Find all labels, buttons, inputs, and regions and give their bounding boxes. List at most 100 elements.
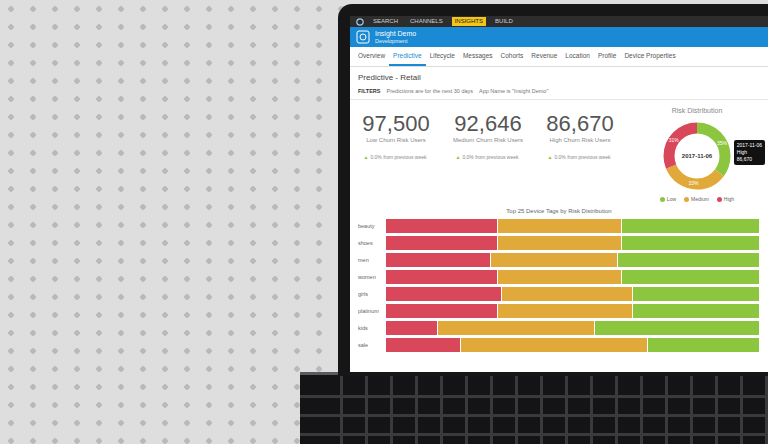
change-text: 0.0% from previous week bbox=[370, 154, 426, 160]
filter-app: App Name is "Insight Demo" bbox=[479, 87, 548, 95]
bar-segment[interactable] bbox=[618, 253, 760, 267]
bar-segment[interactable] bbox=[438, 321, 595, 335]
stat-label: High Churn Risk Users bbox=[542, 137, 618, 145]
change-icon: ▲ bbox=[363, 154, 368, 160]
bar-segment[interactable] bbox=[491, 253, 618, 267]
donut-chart: 35%33%31%2017-11-06 bbox=[657, 116, 737, 196]
chart-row: girls bbox=[358, 287, 760, 301]
app-title: Insight Demo bbox=[375, 30, 416, 38]
legend-label: Medium bbox=[691, 196, 709, 204]
bar-segment[interactable] bbox=[622, 236, 760, 250]
top-nav-item[interactable]: INSIGHTS bbox=[452, 17, 486, 26]
chart-row: shoes bbox=[358, 236, 760, 250]
bar-segment[interactable] bbox=[386, 219, 498, 233]
stacked-bar[interactable] bbox=[386, 287, 760, 301]
top-nav-item[interactable]: SEARCH bbox=[370, 17, 401, 26]
app-icon-ring bbox=[360, 34, 366, 40]
filter-label[interactable]: FILTERS bbox=[358, 87, 381, 95]
bar-segment[interactable] bbox=[498, 219, 621, 233]
bar-segment[interactable] bbox=[386, 338, 461, 352]
row-label: beauty bbox=[358, 223, 386, 230]
laptop-screen: SEARCHCHANNELSINSIGHTSBUILDInsight DemoD… bbox=[338, 4, 768, 376]
stat-value: 97,500 bbox=[358, 112, 434, 136]
tab[interactable]: Predictive bbox=[389, 47, 426, 66]
legend-label: Low bbox=[667, 196, 676, 204]
app-subtitle: Development bbox=[375, 38, 416, 44]
change-text: 0.0% from previous week bbox=[554, 154, 610, 160]
row-label: shoes bbox=[358, 240, 386, 247]
filter-text: Predictions are for the next 30 days bbox=[387, 87, 474, 95]
bar-segment[interactable] bbox=[633, 304, 760, 318]
page-title: Predictive - Retail bbox=[350, 67, 768, 87]
photo-scene: SEARCHCHANNELSINSIGHTSBUILDInsight DemoD… bbox=[0, 0, 768, 444]
top-nav-item[interactable]: BUILD bbox=[492, 17, 516, 26]
donut-title: Risk Distribution bbox=[672, 107, 723, 115]
stat-card: 86,670High Churn Risk Users ▲0.0% from pr… bbox=[534, 104, 626, 203]
dashboard: SEARCHCHANNELSINSIGHTSBUILDInsight DemoD… bbox=[350, 16, 768, 372]
tab[interactable]: Location bbox=[561, 47, 594, 66]
donut-segment bbox=[669, 128, 725, 184]
chart-row: sale bbox=[358, 338, 760, 352]
donut-segment bbox=[669, 128, 725, 184]
risk-distribution: Risk Distribution35%33%31%2017-11-06LowM… bbox=[626, 104, 768, 203]
app-title-block: Insight DemoDevelopment bbox=[375, 30, 416, 44]
stacked-bar[interactable] bbox=[386, 321, 760, 335]
stat-label: Medium Churn Risk Users bbox=[450, 137, 526, 145]
legend-label: High bbox=[724, 196, 734, 204]
app-icon-frame bbox=[357, 31, 369, 43]
segment-share: 33% bbox=[689, 180, 700, 186]
risk-bar-chart: Top 25 Device Tags by Risk Distribution b… bbox=[350, 205, 768, 356]
bar-segment[interactable] bbox=[386, 304, 498, 318]
tab[interactable]: Messages bbox=[459, 47, 497, 66]
donut-tooltip: 2017-11-06High86,670 bbox=[734, 140, 765, 164]
stacked-bar[interactable] bbox=[386, 270, 760, 284]
bar-segment[interactable] bbox=[595, 321, 760, 335]
stat-change: ▲0.0% from previous week bbox=[450, 154, 526, 161]
bar-segment[interactable] bbox=[386, 270, 498, 284]
change-icon: ▲ bbox=[455, 154, 460, 160]
tab[interactable]: Device Properties bbox=[620, 47, 679, 66]
stat-card: 92,646Medium Churn Risk Users▲0.0% from … bbox=[442, 104, 534, 203]
bar-segment[interactable] bbox=[386, 236, 498, 250]
bar-segment[interactable] bbox=[622, 219, 760, 233]
tab[interactable]: Cohorts bbox=[497, 47, 528, 66]
stacked-bar[interactable] bbox=[386, 219, 760, 233]
tab[interactable]: Profile bbox=[594, 47, 620, 66]
chart-rows: beautyshoesmenwomengirlsplatinumkidssale bbox=[358, 219, 760, 352]
bar-segment[interactable] bbox=[622, 270, 760, 284]
chart-row: kids bbox=[358, 321, 760, 335]
tab[interactable]: Revenue bbox=[527, 47, 561, 66]
app-icon bbox=[356, 30, 370, 44]
donut-legend: Low Medium High bbox=[660, 196, 734, 204]
logo-icon bbox=[356, 18, 364, 26]
stacked-bar[interactable] bbox=[386, 253, 760, 267]
change-text: 0.0% from previous week bbox=[462, 154, 518, 160]
filter-row: FILTERS Predictions are for the next 30 d… bbox=[350, 87, 768, 100]
top-nav-item[interactable]: CHANNELS bbox=[407, 17, 446, 26]
chart-row: platinum bbox=[358, 304, 760, 318]
stacked-bar[interactable] bbox=[386, 236, 760, 250]
donut-segment bbox=[669, 128, 725, 184]
tab[interactable]: Overview bbox=[354, 47, 389, 66]
bar-segment[interactable] bbox=[386, 287, 502, 301]
bar-segment[interactable] bbox=[633, 287, 760, 301]
bar-segment[interactable] bbox=[498, 304, 633, 318]
legend-item: High bbox=[717, 196, 734, 204]
stacked-bar[interactable] bbox=[386, 304, 760, 318]
bar-segment[interactable] bbox=[502, 287, 633, 301]
tab[interactable]: Lifecycle bbox=[426, 47, 459, 66]
stat-value: 86,670 bbox=[542, 112, 618, 136]
chart-row: beauty bbox=[358, 219, 760, 233]
segment-share: 31% bbox=[669, 137, 680, 143]
stacked-bar[interactable] bbox=[386, 338, 760, 352]
bar-segment[interactable] bbox=[498, 270, 621, 284]
bar-segment[interactable] bbox=[498, 236, 621, 250]
bar-segment[interactable] bbox=[648, 338, 760, 352]
bar-segment[interactable] bbox=[386, 321, 438, 335]
change-icon: ▲ bbox=[547, 154, 552, 160]
row-label: platinum bbox=[358, 308, 386, 315]
bar-segment[interactable] bbox=[386, 253, 491, 267]
chart-row: women bbox=[358, 270, 760, 284]
chart-title: Top 25 Device Tags by Risk Distribution bbox=[358, 208, 760, 216]
bar-segment[interactable] bbox=[461, 338, 648, 352]
